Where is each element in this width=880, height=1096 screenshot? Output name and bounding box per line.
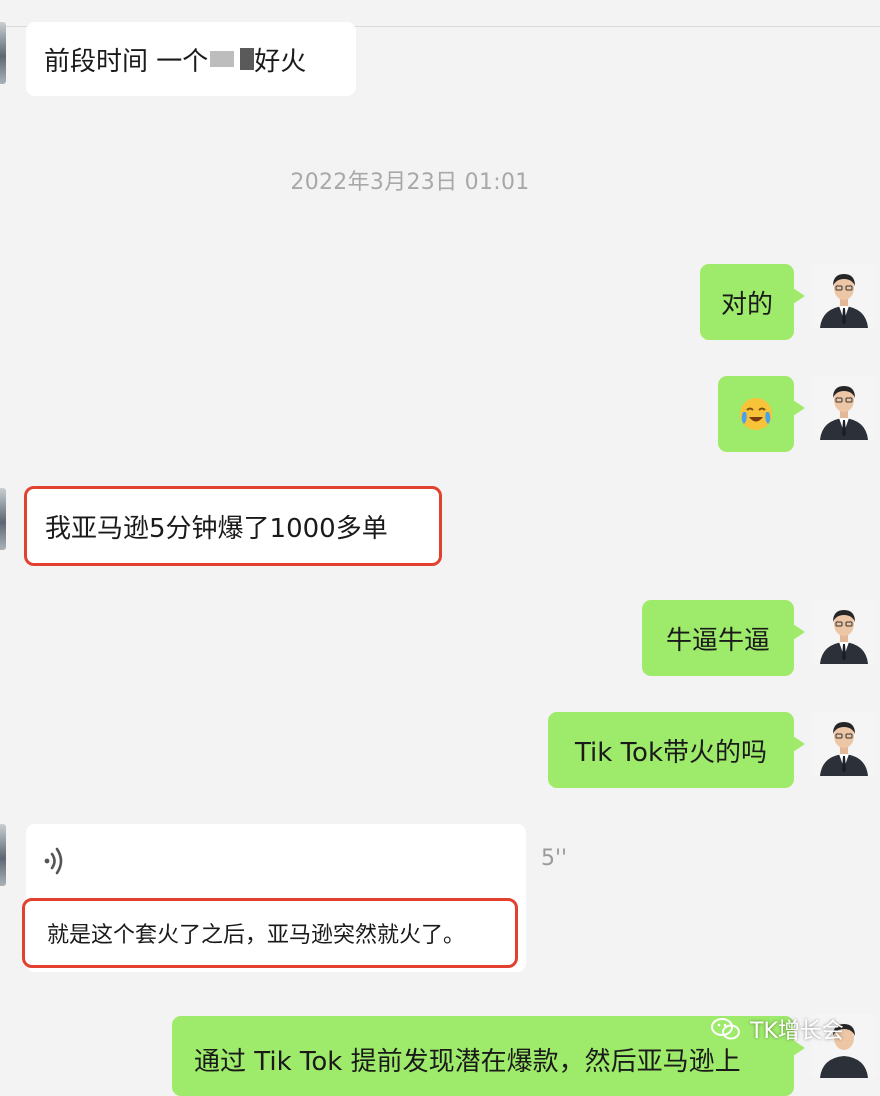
person-icon (812, 600, 876, 664)
user-avatar[interactable] (812, 376, 876, 440)
user-avatar[interactable] (812, 712, 876, 776)
message-bubble-received[interactable]: 前段时间 一个 好火 (26, 22, 356, 96)
user-avatar[interactable] (812, 600, 876, 664)
person-icon (812, 712, 876, 776)
message-text: 前段时间 一个 (44, 46, 209, 77)
message-bubble-sent[interactable]: 通过 Tik Tok 提前发现潜在爆款，然后亚马逊上 (172, 1016, 805, 1096)
message-text: 好火 (254, 46, 307, 77)
contact-avatar[interactable] (0, 824, 6, 886)
message-bubble-sent[interactable]: 😭 (718, 376, 805, 452)
contact-avatar[interactable] (0, 488, 6, 550)
redaction-block (240, 48, 255, 70)
message-text: 牛逼牛逼 (665, 625, 770, 656)
redaction-block (210, 51, 235, 67)
voice-message-bubble[interactable]: 就是这个套火了之后，亚马逊突然就火了。 (22, 824, 526, 972)
transcript-text: 就是这个套火了之后，亚马逊突然就火了。 (47, 923, 466, 948)
watermark-text: TK增长会 (750, 1019, 844, 1044)
watermark: TK增长会 (710, 1013, 844, 1045)
message-text: 我亚马逊5分钟爆了1000多单 (45, 513, 388, 544)
contact-avatar[interactable] (0, 22, 6, 84)
message-bubble-sent[interactable]: 牛逼牛逼 (642, 600, 805, 676)
voice-duration: 5'' (541, 846, 568, 871)
person-icon (812, 376, 876, 440)
message-bubble-received-highlighted[interactable]: 我亚马逊5分钟爆了1000多单 (24, 486, 442, 566)
user-avatar[interactable] (812, 264, 876, 328)
person-icon (812, 264, 876, 328)
voice-wave-icon (44, 847, 63, 875)
message-bubble-sent[interactable]: Tik Tok带火的吗 (548, 712, 805, 788)
message-text: 对的 (720, 289, 773, 320)
voice-transcript-highlighted: 就是这个套火了之后，亚马逊突然就火了。 (22, 898, 518, 968)
message-text: Tik Tok带火的吗 (574, 737, 768, 768)
chat-timestamp: 2022年3月23日 01:01 (290, 170, 530, 195)
message-bubble-sent[interactable]: 对的 (700, 264, 805, 340)
wechat-logo-icon (711, 1018, 740, 1040)
crying-emoji-icon (740, 398, 772, 430)
